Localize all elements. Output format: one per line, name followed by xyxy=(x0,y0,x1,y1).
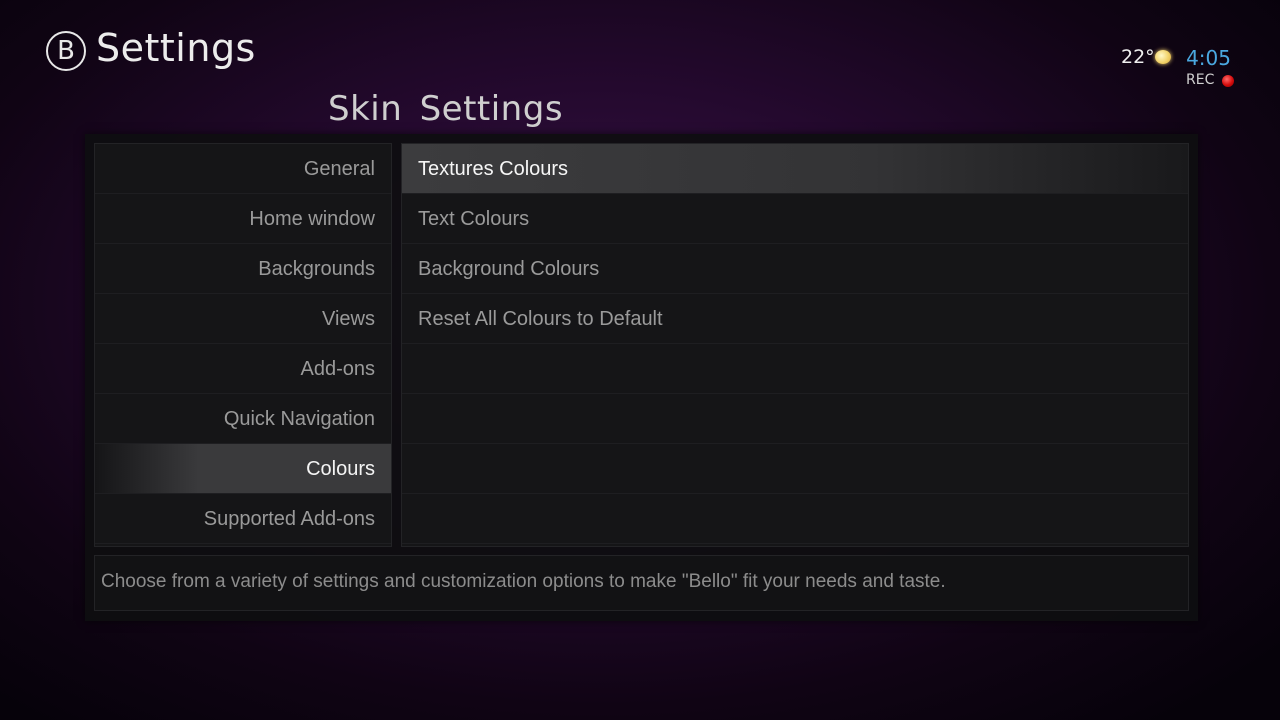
category-menu: General Home window Backgrounds Views Ad… xyxy=(94,143,392,547)
empty-row xyxy=(402,394,1188,444)
category-colours[interactable]: Colours xyxy=(95,444,391,494)
temperature: 22° xyxy=(1121,46,1155,68)
empty-row xyxy=(402,444,1188,494)
category-add-ons[interactable]: Add-ons xyxy=(95,344,391,394)
rec-indicator-icon xyxy=(1222,75,1234,87)
category-quick-navigation[interactable]: Quick Navigation xyxy=(95,394,391,444)
clock: 4:05 xyxy=(1186,46,1231,70)
description-box: Choose from a variety of settings and cu… xyxy=(94,555,1189,611)
category-home-window[interactable]: Home window xyxy=(95,194,391,244)
option-reset-all-colours[interactable]: Reset All Colours to Default xyxy=(402,294,1188,344)
category-general[interactable]: General xyxy=(95,144,391,194)
category-views[interactable]: Views xyxy=(95,294,391,344)
category-supported-add-ons[interactable]: Supported Add-ons xyxy=(95,494,391,544)
option-background-colours[interactable]: Background Colours xyxy=(402,244,1188,294)
empty-row xyxy=(402,494,1188,544)
logo: B xyxy=(46,31,86,71)
category-backgrounds[interactable]: Backgrounds xyxy=(95,244,391,294)
section-title: Skin Settings xyxy=(328,89,564,129)
app-title: Settings xyxy=(96,26,256,70)
empty-row xyxy=(402,344,1188,394)
rec-label: REC xyxy=(1186,72,1215,88)
option-text-colours[interactable]: Text Colours xyxy=(402,194,1188,244)
options-list: Textures Colours Text Colours Background… xyxy=(401,143,1189,547)
option-textures-colours[interactable]: Textures Colours xyxy=(402,144,1188,194)
sun-icon xyxy=(1155,50,1171,64)
